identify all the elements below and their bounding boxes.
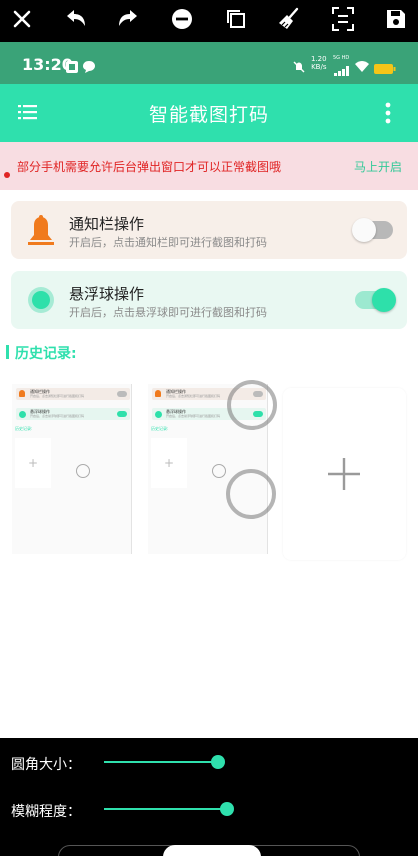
more-vert-icon[interactable] <box>384 102 392 128</box>
floating-ball-toggle[interactable] <box>355 288 396 312</box>
app-bar: 智能截图打码 <box>0 84 418 142</box>
mini-ball-icon <box>155 411 162 418</box>
alert-dot-icon <box>4 163 10 182</box>
gallery-notification-icon <box>66 58 78 77</box>
blur-level-label: 模糊程度： <box>11 804 81 820</box>
notification-toggle[interactable] <box>352 218 393 242</box>
mini-bell-icon <box>19 390 25 397</box>
status-bar: 13:20 1.20 KB/s 5G HD <box>0 42 418 84</box>
mini-subtitle: 开启后，点击通知栏即可进行截图和打码 <box>166 394 221 398</box>
toggle-knob <box>352 218 376 242</box>
minus-circle-icon[interactable] <box>167 4 197 34</box>
history-label: 历史记录: <box>15 346 77 362</box>
slider-thumb[interactable] <box>220 802 234 816</box>
corner-radius-label: 圆角大小： <box>11 757 81 773</box>
broom-icon[interactable] <box>274 4 304 34</box>
floating-ball-ring[interactable] <box>226 469 276 519</box>
floating-ball-card[interactable]: 悬浮球操作 开启后，点击悬浮球即可进行截图和打码 <box>11 271 407 329</box>
mini-floating-ring <box>76 464 90 478</box>
editor-toolbar <box>0 0 418 38</box>
net-speed-unit: KB/s <box>311 63 327 71</box>
mini-history-label: 历史记录: <box>151 426 169 431</box>
undo-icon[interactable] <box>61 4 91 34</box>
enable-now-link[interactable]: 马上开启 <box>354 158 402 175</box>
add-screenshot-tile[interactable] <box>283 388 406 560</box>
mode-switcher-active[interactable] <box>163 845 261 856</box>
card-title: 通知栏操作 <box>69 215 145 233</box>
main-content: 通知栏操作 开启后，点击通知栏即可进行截图和打码 悬浮球操作 开启后，点击悬浮球… <box>0 190 418 738</box>
plus-icon <box>328 458 360 490</box>
notice-message: 部分手机需要允许后台弹出窗口才可以正常截图哦 <box>17 160 282 174</box>
permission-notice: 部分手机需要允许后台弹出窗口才可以正常截图哦 马上开启 <box>0 142 418 190</box>
blur-level-slider[interactable] <box>104 801 250 817</box>
section-accent-bar <box>6 345 9 359</box>
mini-card: 悬浮球操作 开启后，点击悬浮球即可进行截图和打码 <box>16 408 130 420</box>
mini-add-tile: + <box>151 438 187 488</box>
mini-bell-icon <box>155 390 161 397</box>
mini-floating-ring <box>212 464 226 478</box>
corner-radius-slider[interactable] <box>104 754 244 770</box>
page-title: 智能截图打码 <box>148 104 269 126</box>
wifi-icon <box>354 57 370 76</box>
mini-subtitle: 开启后，点击通知栏即可进行截图和打码 <box>30 394 85 398</box>
copy-icon[interactable] <box>221 4 251 34</box>
mini-card: 通知栏操作 开启后，点击通知栏即可进行截图和打码 <box>16 388 130 400</box>
adjust-panel: 圆角大小： 模糊程度： <box>0 738 418 856</box>
bell-icon <box>27 215 55 251</box>
history-thumbnail[interactable]: 通知栏操作 开启后，点击通知栏即可进行截图和打码 悬浮球操作 开启后，点击悬浮球… <box>12 384 132 554</box>
mini-toggle <box>117 411 127 417</box>
mini-add-tile: + <box>15 438 51 488</box>
signal-icon <box>334 61 350 80</box>
crop-icon[interactable] <box>328 4 358 34</box>
slider-track <box>104 808 227 810</box>
slider-thumb[interactable] <box>211 755 225 769</box>
chat-notification-icon <box>83 58 95 77</box>
mini-subtitle: 开启后，点击悬浮球即可进行截图和打码 <box>30 414 85 418</box>
close-icon[interactable] <box>7 4 37 34</box>
notification-bar-card[interactable]: 通知栏操作 开启后，点击通知栏即可进行截图和打码 <box>11 201 407 259</box>
mini-ball-icon <box>19 411 26 418</box>
toggle-knob <box>372 288 396 312</box>
network-speed: 1.20 KB/s <box>311 55 327 71</box>
mute-icon <box>293 58 305 77</box>
redo-icon[interactable] <box>113 4 143 34</box>
mode-switcher[interactable] <box>58 845 360 856</box>
mini-history-label: 历史记录: <box>15 426 33 431</box>
net-speed-value: 1.20 <box>311 55 327 63</box>
save-icon[interactable] <box>381 4 411 34</box>
battery-icon <box>374 59 396 78</box>
mini-toggle <box>117 391 127 397</box>
floating-ball-icon <box>27 286 55 318</box>
floating-ball-ring[interactable] <box>227 380 277 430</box>
mini-subtitle: 开启后，点击悬浮球即可进行截图和打码 <box>166 414 221 418</box>
card-subtitle: 开启后，点击通知栏即可进行截图和打码 <box>69 236 267 249</box>
card-subtitle: 开启后，点击悬浮球即可进行截图和打码 <box>69 306 267 319</box>
screen: 13:20 1.20 KB/s 5G HD 智能截图打码 部分手机需要允许后台弹… <box>0 0 418 856</box>
card-title: 悬浮球操作 <box>69 285 145 303</box>
slider-track <box>104 761 218 763</box>
